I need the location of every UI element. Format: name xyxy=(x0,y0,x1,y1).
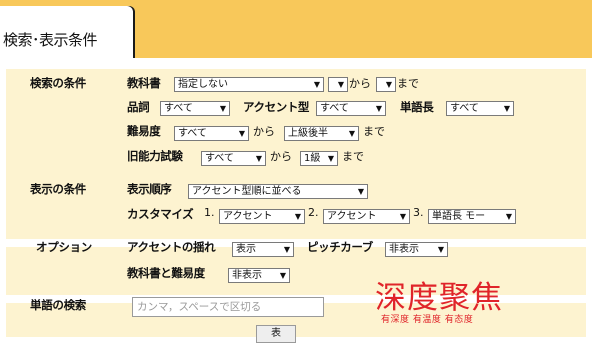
chevron-down-icon: ▼ xyxy=(375,104,382,113)
word-search-section-label: 単語の検索 xyxy=(30,298,86,312)
to-text: まで xyxy=(342,150,364,163)
from-text: から xyxy=(349,77,371,90)
customize-number: 1. xyxy=(204,206,215,219)
difficulty-from-select[interactable]: すべて ▼ xyxy=(174,126,249,141)
old-jlpt-label: 旧能力試験 xyxy=(127,149,183,163)
chevron-down-icon: ▼ xyxy=(327,154,334,163)
chevron-down-icon: ▼ xyxy=(437,245,444,254)
chevron-down-icon: ▼ xyxy=(313,80,320,89)
textbook-select[interactable]: 指定しない ▼ xyxy=(174,77,324,92)
order-label: 表示順序 xyxy=(127,182,172,196)
accent-fluctuation-label: アクセントの揺れ xyxy=(127,240,216,254)
chevron-down-icon: ▼ xyxy=(505,212,512,221)
chevron-down-icon: ▼ xyxy=(503,104,510,113)
word-length-label: 単語長 xyxy=(400,100,434,114)
customize-select-1[interactable]: アクセント ▼ xyxy=(219,209,305,224)
chevron-down-icon: ▼ xyxy=(385,80,392,89)
pos-label: 品詞 xyxy=(127,100,150,114)
difficulty-label: 難易度 xyxy=(127,124,161,138)
chevron-down-icon: ▼ xyxy=(348,129,355,138)
tab-label: 検索･表示条件 xyxy=(3,31,98,49)
word-length-select[interactable]: すべて ▼ xyxy=(446,101,514,116)
customize-select-2[interactable]: アクセント ▼ xyxy=(323,209,410,224)
chevron-down-icon: ▼ xyxy=(255,154,262,163)
pitch-curve-label: ピッチカーブ xyxy=(307,240,373,254)
pos-select[interactable]: すべて ▼ xyxy=(160,101,230,116)
from-text: から xyxy=(270,150,292,163)
textbook-label: 教科書 xyxy=(127,76,161,90)
tab-bar: 検索･表示条件 xyxy=(0,0,592,58)
chevron-down-icon: ▼ xyxy=(279,271,286,280)
chevron-down-icon: ▼ xyxy=(357,187,364,196)
customize-select-3[interactable]: 単語長 モー ▼ xyxy=(428,209,516,224)
display-button[interactable]: 表 xyxy=(256,325,296,343)
textbook-difficulty-label: 教科書と難易度 xyxy=(127,266,205,280)
difficulty-to-select[interactable]: 上級後半 ▼ xyxy=(284,126,359,141)
display-section-label: 表示の条件 xyxy=(30,182,86,196)
accent-fluctuation-select[interactable]: 表示 ▼ xyxy=(232,242,294,257)
watermark-subtitle: 有深度 有温度 有态度 xyxy=(381,315,474,325)
textbook-range-to-select[interactable]: ▼ xyxy=(376,77,396,92)
to-text: まで xyxy=(397,77,419,90)
customize-number: 3. xyxy=(413,206,424,219)
pitch-curve-select[interactable]: 非表示 ▼ xyxy=(385,242,448,257)
search-section-label: 検索の条件 xyxy=(30,76,86,90)
chevron-down-icon: ▼ xyxy=(238,129,245,138)
panel-gap xyxy=(6,239,586,247)
chevron-down-icon: ▼ xyxy=(219,104,226,113)
old-jlpt-from-select[interactable]: すべて ▼ xyxy=(201,151,266,166)
to-text: まで xyxy=(363,125,385,138)
chevron-down-icon: ▼ xyxy=(337,80,344,89)
chevron-down-icon: ▼ xyxy=(283,245,290,254)
old-jlpt-to-select[interactable]: 1級 ▼ xyxy=(300,151,338,166)
chevron-down-icon: ▼ xyxy=(294,212,301,221)
accent-type-label: アクセント型 xyxy=(243,100,310,114)
watermark-title: 深度聚焦 xyxy=(375,280,503,316)
word-search-input[interactable]: カンマ，スペースで区切る xyxy=(132,297,324,317)
accent-type-select[interactable]: すべて ▼ xyxy=(316,101,386,116)
textbook-range-from-select[interactable]: ▼ xyxy=(328,77,348,92)
from-text: から xyxy=(253,125,275,138)
chevron-down-icon: ▼ xyxy=(399,212,406,221)
order-select[interactable]: アクセント型順に並べる ▼ xyxy=(188,184,368,199)
customize-label: カスタマイズ xyxy=(127,207,194,221)
textbook-difficulty-select[interactable]: 非表示 ▼ xyxy=(228,268,290,283)
options-section-label: オプション xyxy=(36,240,92,254)
tab-search-display-conditions[interactable]: 検索･表示条件 xyxy=(0,6,133,58)
customize-number: 2. xyxy=(308,206,319,219)
